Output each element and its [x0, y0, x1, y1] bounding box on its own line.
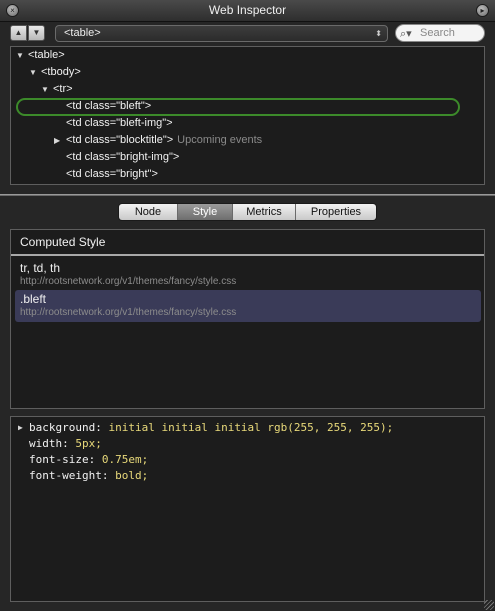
tab-node[interactable]: Node	[119, 204, 178, 220]
close-icon[interactable]: ×	[6, 4, 19, 17]
tree-node-td-blocktitle[interactable]: ▶ <td class="blocktitle"> Upcoming events	[54, 132, 262, 149]
style-rule-selected[interactable]: .bleft http://rootsnetwork.org/v1/themes…	[15, 290, 481, 322]
node-breadcrumb-select[interactable]: <table> ⬍	[55, 25, 388, 42]
disclosure-expanded-icon[interactable]: ▼	[41, 81, 53, 98]
resize-grip-icon[interactable]	[484, 600, 494, 610]
title-bar: × Web Inspector ▸	[0, 0, 495, 22]
style-properties-panel: ▶ background: initial initial initial rgb…	[10, 416, 485, 602]
collapse-icon[interactable]: ▸	[476, 4, 489, 17]
inspector-tabs: Node Style Metrics Properties	[118, 203, 377, 221]
tree-node-td-bright-img[interactable]: <td class="bright-img">	[66, 149, 179, 166]
tab-style[interactable]: Style	[178, 204, 233, 220]
rule-source-link[interactable]: http://rootsnetwork.org/v1/themes/fancy/…	[20, 307, 481, 319]
tree-node-tr[interactable]: ▼ <tr>	[41, 81, 73, 98]
property-background[interactable]: ▶ background: initial initial initial rgb…	[18, 420, 393, 436]
disclosure-expanded-icon[interactable]: ▼	[29, 64, 41, 81]
tab-metrics[interactable]: Metrics	[233, 204, 296, 220]
style-rule[interactable]: tr, td, th http://rootsnetwork.org/v1/th…	[15, 261, 481, 288]
computed-style-panel: Computed Style tr, td, th http://rootsne…	[10, 229, 485, 409]
property-font-weight[interactable]: font-weight: bold;	[29, 468, 148, 484]
down-arrow-button[interactable]: ▼	[28, 25, 45, 41]
rule-selector: .bleft	[20, 292, 47, 306]
tree-node-td-bright[interactable]: <td class="bright">	[66, 166, 158, 183]
tree-node-tbody[interactable]: ▼ <tbody>	[29, 64, 81, 81]
search-placeholder: Search	[420, 27, 455, 39]
tab-properties[interactable]: Properties	[296, 204, 376, 220]
search-icon: ⌕▾	[400, 28, 412, 40]
tree-node-table[interactable]: ▼ <table>	[16, 47, 65, 64]
disclosure-collapsed-icon[interactable]: ▶	[54, 132, 66, 149]
search-input[interactable]: ⌕▾ Search	[395, 24, 485, 42]
breadcrumb-value: <table>	[64, 27, 101, 39]
tree-node-td-bleft[interactable]: <td class="bleft">	[66, 98, 151, 115]
pane-splitter[interactable]	[0, 194, 495, 196]
rule-selector: tr, td, th	[20, 261, 61, 275]
expand-property-icon[interactable]: ▶	[18, 420, 28, 436]
disclosure-expanded-icon[interactable]: ▼	[16, 47, 28, 64]
toolbar: ▲ ▼ <table> ⬍ ⌕▾ Search	[0, 22, 495, 44]
dom-tree-panel: ▼ <table> ▼ <tbody> ▼ <tr> <td class="bleft…	[10, 46, 485, 185]
property-font-size[interactable]: font-size: 0.75em;	[29, 452, 148, 468]
property-width[interactable]: width: 5px;	[29, 436, 102, 452]
rule-source-link[interactable]: http://rootsnetwork.org/v1/themes/fancy/…	[20, 276, 481, 288]
up-arrow-button[interactable]: ▲	[10, 25, 27, 41]
node-text-preview: Upcoming events	[177, 134, 263, 146]
window-title: Web Inspector	[208, 3, 287, 17]
computed-style-header[interactable]: Computed Style	[11, 230, 484, 256]
tree-node-td-bleft-img[interactable]: <td class="bleft-img">	[66, 115, 173, 132]
select-arrows-icon: ⬍	[375, 29, 382, 38]
